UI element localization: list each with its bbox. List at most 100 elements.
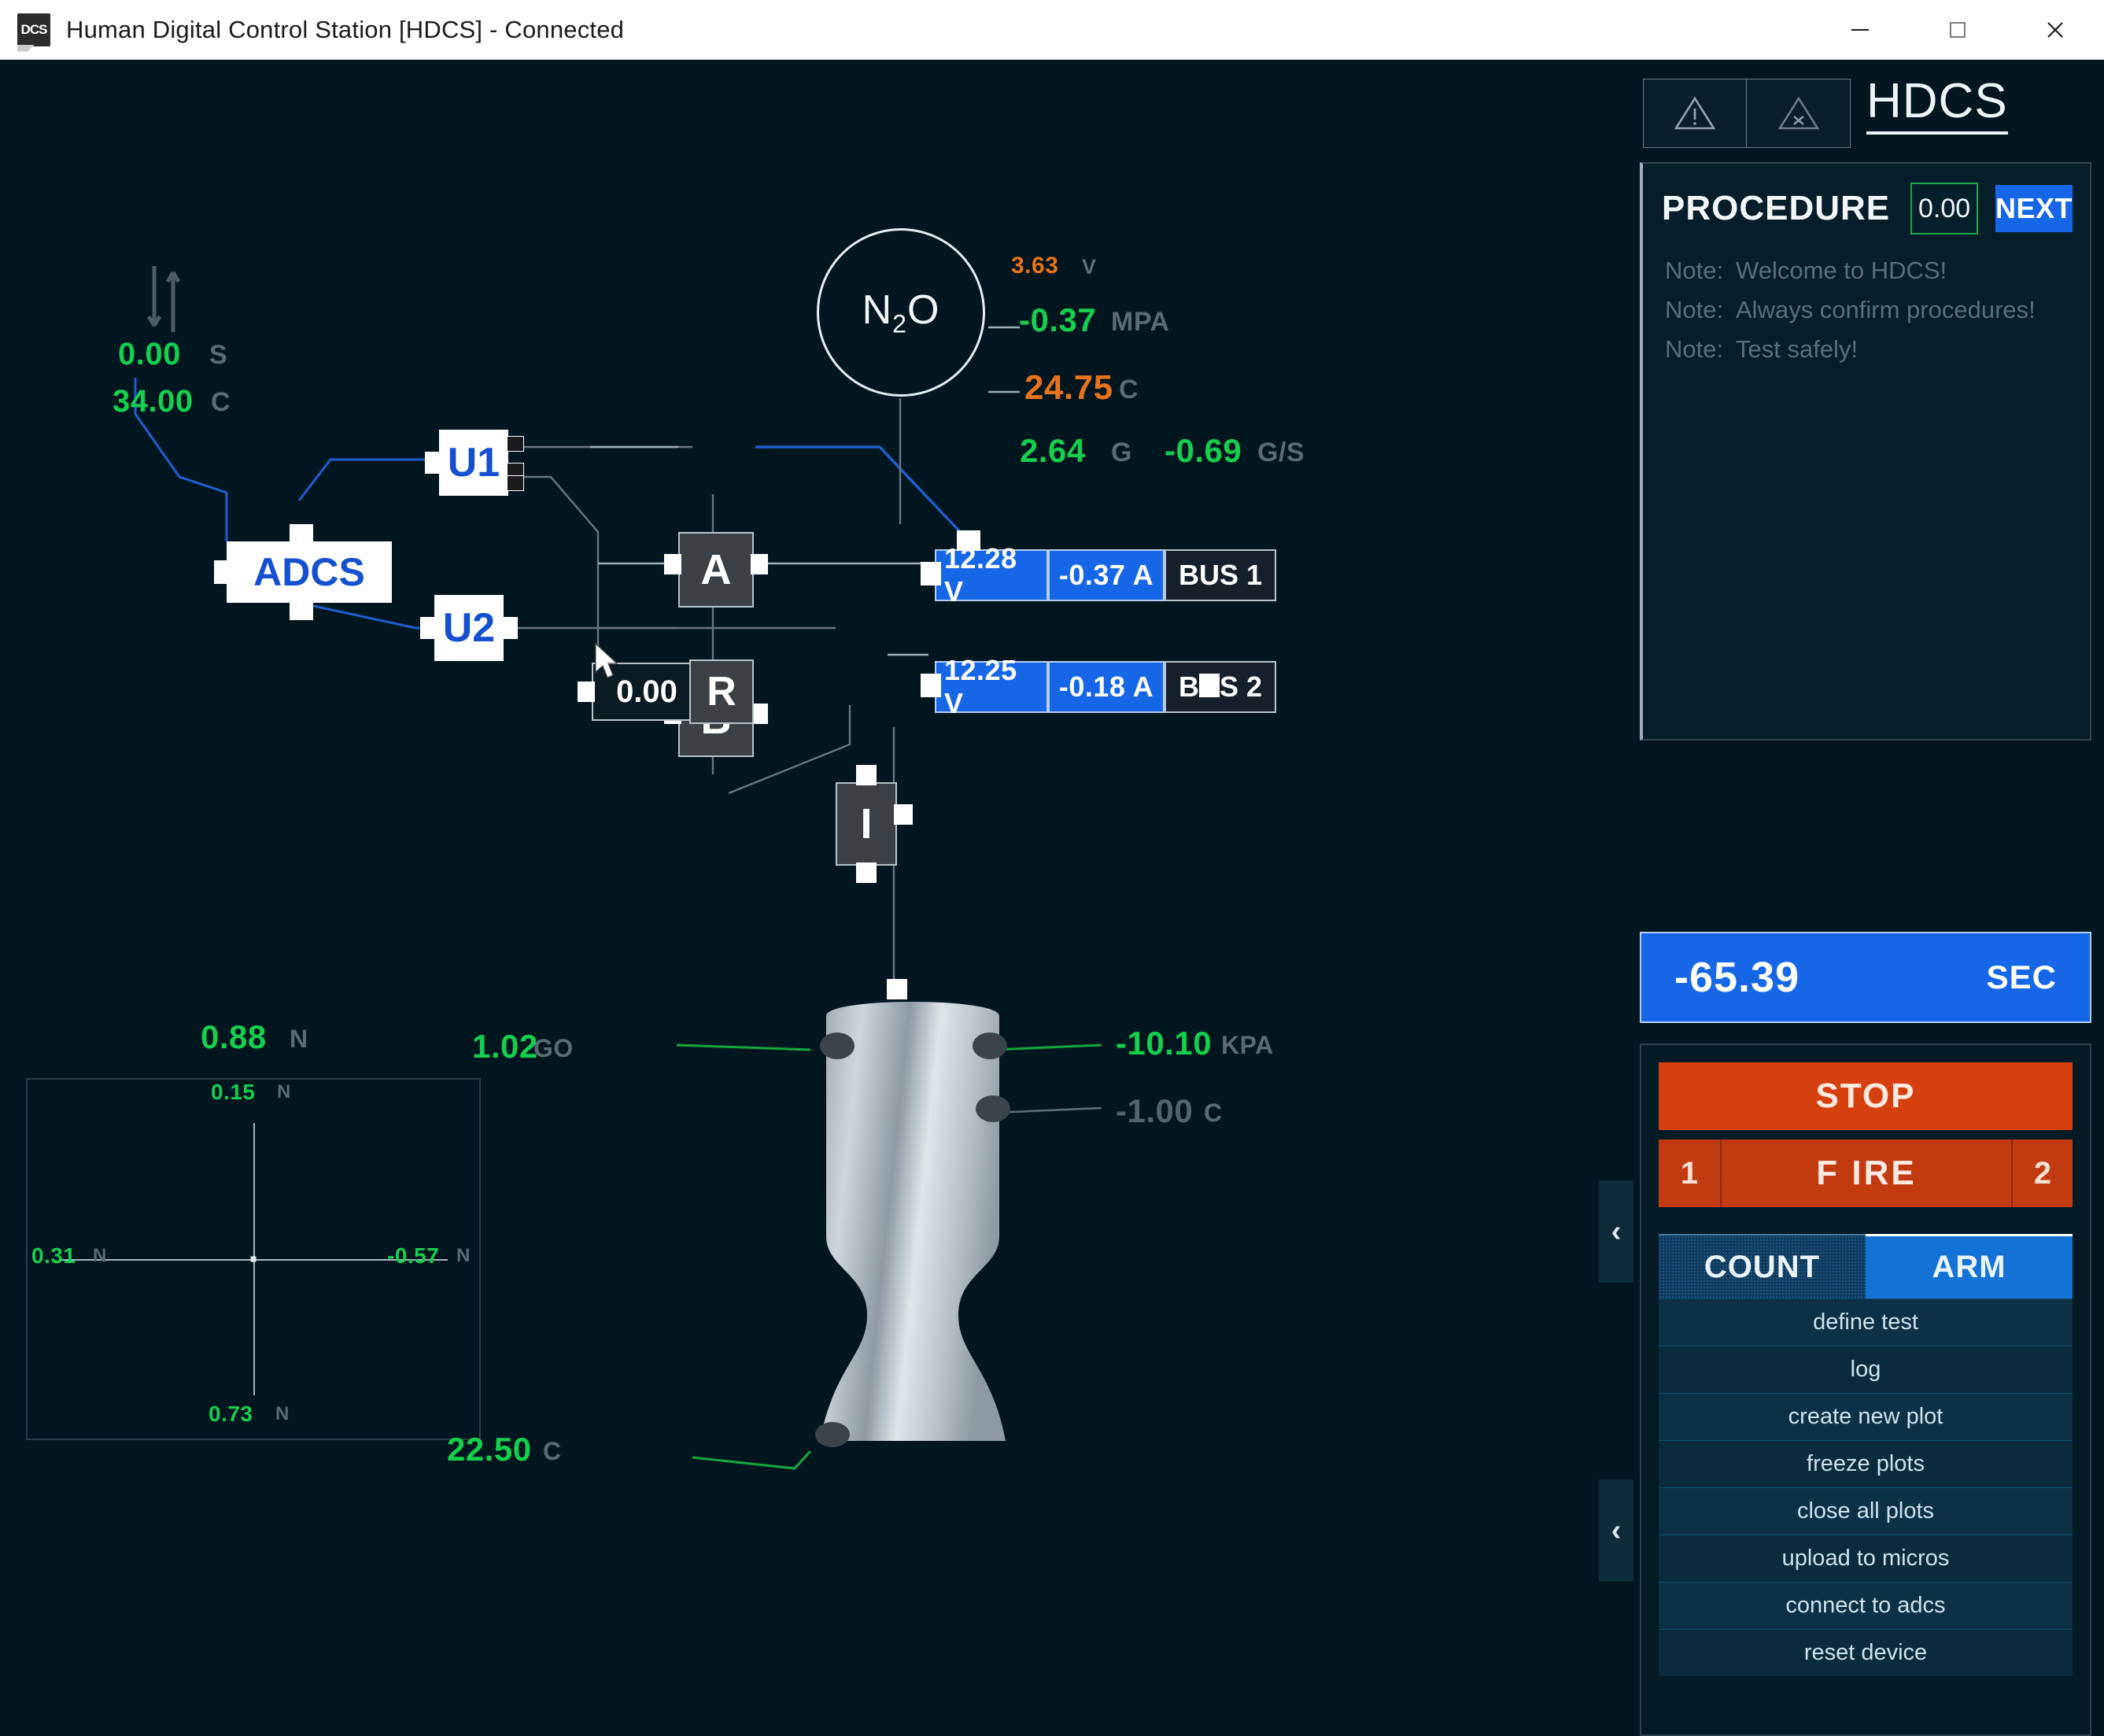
app-icon-label: DCS [20, 21, 48, 37]
right-sidebar: HDCS PROCEDURE 0.00 NEXT Note: Welcome t… [1633, 60, 2104, 1736]
engine-go-unit: GO [533, 1034, 574, 1062]
u2-pin-left[interactable] [420, 617, 436, 639]
menu-item-label: create new plot [1788, 1404, 1943, 1429]
tab-arm-label: ARM [1932, 1250, 2006, 1284]
u2-pin-right[interactable] [502, 617, 518, 639]
u1-pin-right-top[interactable] [507, 436, 524, 452]
control-panel: STOP 1 F IRE 2 COUNT ARM define test log… [1640, 1043, 2091, 1736]
fire-button[interactable]: F IRE [1720, 1139, 2011, 1207]
minimize-button[interactable] [1811, 0, 1909, 60]
node-i[interactable]: I [836, 782, 897, 866]
procedure-step-value: 0.00 [1918, 193, 1971, 223]
abort-button[interactable] [1747, 79, 1851, 148]
bus1-pin-top[interactable] [957, 530, 980, 551]
tab-count-label: COUNT [1704, 1249, 1821, 1284]
adcs-pin-bottom[interactable] [290, 601, 313, 620]
engine-pressure-unit: KPA [1221, 1031, 1274, 1059]
procedure-next-label: NEXT [1995, 192, 2073, 224]
bus-row[interactable]: 12.28 V -0.37 A BUS 1 [935, 542, 1276, 608]
node-u1-label: U1 [447, 440, 500, 486]
bus1-voltage: 12.28 V [935, 542, 1048, 608]
maximize-icon [1950, 21, 1966, 38]
stop-label: STOP [1815, 1077, 1916, 1115]
menu-item-freeze-plots[interactable]: freeze plots [1659, 1440, 2073, 1487]
node-u2[interactable]: U2 [434, 595, 504, 661]
node-r[interactable]: R [689, 659, 754, 724]
node-u1[interactable]: U1 [439, 430, 508, 496]
flow-rate-unit: S [209, 340, 228, 370]
r-pin-left[interactable] [578, 681, 595, 702]
menu-item-label: define test [1813, 1309, 1918, 1335]
node-adcs[interactable]: ADCS [227, 541, 392, 603]
i-pin-bottom[interactable] [856, 862, 877, 883]
a-pin-left[interactable] [664, 554, 681, 574]
timer-unit: SEC [1986, 958, 2057, 995]
node-u2-label: U2 [442, 605, 496, 651]
i-pin-top[interactable] [856, 765, 877, 785]
tank-massflow-unit: G/S [1257, 438, 1305, 467]
sidebar-header: HDCS [1633, 76, 2104, 157]
menu-item-create-new-plot[interactable]: create new plot [1659, 1393, 2073, 1440]
menu-item-log[interactable]: log [1659, 1346, 2073, 1393]
procedure-step-input[interactable]: 0.00 [1910, 183, 1978, 235]
i-pin-right[interactable] [894, 804, 913, 825]
menu-item-define-test[interactable]: define test [1659, 1298, 2073, 1346]
loadcell-top-value: 0.15 [211, 1080, 256, 1104]
bus1-pin-left[interactable] [921, 562, 941, 585]
chevron-left-icon: ‹ [1611, 1214, 1622, 1248]
warning-triangle-icon [1674, 96, 1716, 130]
u1-pin-left[interactable] [425, 452, 441, 474]
tab-count[interactable]: COUNT [1659, 1234, 1866, 1298]
menu-item-label: connect to adcs [1785, 1593, 1946, 1618]
tab-arm[interactable]: ARM [1866, 1234, 2073, 1298]
close-button[interactable] [2006, 0, 2104, 60]
note-text: Welcome to HDCS! [1736, 257, 1947, 284]
menu-item-connect-to-adcs[interactable]: connect to adcs [1659, 1582, 2073, 1629]
menu-item-label: freeze plots [1807, 1451, 1925, 1476]
menu-item-close-all-plots[interactable]: close all plots [1659, 1487, 2073, 1535]
procedure-notes: Note: Welcome to HDCS! Note: Always conf… [1643, 235, 2090, 364]
action-menu: define test log create new plot freeze p… [1659, 1298, 2073, 1676]
menu-item-label: reset device [1803, 1640, 1928, 1665]
flow-temp-value: 34.00 [113, 384, 194, 419]
fire-channel-2-label: 2 [2033, 1155, 2052, 1191]
note-key: Note: [1665, 335, 1724, 363]
node-a-label: A [700, 546, 732, 593]
menu-item-upload-to-micros[interactable]: upload to micros [1659, 1535, 2073, 1582]
tank-pressure-value: -0.37 [1019, 301, 1097, 338]
u1-pin-right-bottom[interactable] [507, 475, 524, 491]
maximize-button[interactable] [1909, 0, 2006, 60]
app-icon: DCS [17, 13, 50, 46]
countdown-timer[interactable]: -65.39 SEC [1640, 932, 2091, 1023]
procedure-next-button[interactable]: NEXT [1995, 185, 2073, 232]
collapse-panel-bottom-button[interactable]: ‹ [1599, 1479, 1633, 1582]
stop-button[interactable]: STOP [1659, 1062, 2073, 1130]
caution-button[interactable] [1643, 79, 1747, 148]
bus2-pin-left[interactable] [921, 674, 941, 697]
bus2-name: BUS 2 [1165, 661, 1276, 713]
engine-pin-top[interactable] [887, 979, 907, 999]
n2o-tank-node[interactable]: N2O [817, 228, 985, 397]
bus2-voltage: 12.25 V [935, 654, 1048, 719]
close-icon [2047, 21, 2063, 38]
fire-channel-2-button[interactable]: 2 [2011, 1139, 2073, 1207]
flow-rate-value: 0.00 [118, 337, 181, 371]
bus2-pin-right[interactable] [1199, 674, 1220, 697]
loadcell-top-unit: N [277, 1081, 291, 1103]
engine-temp-bottom-unit: C [543, 1437, 562, 1465]
r-value: 0.00 [616, 674, 677, 709]
schematic-canvas[interactable]: 0.00 S 34.00 C N2O 3.63 V -0.37 MPA 24.7… [0, 60, 1633, 1736]
bus1-current: -0.37 A [1048, 549, 1165, 601]
a-pin-right[interactable] [751, 554, 768, 574]
bus-row[interactable]: 12.25 V -0.18 A BUS 2 [935, 654, 1276, 719]
engine-temp-bottom-value: 22.50 [447, 1431, 532, 1468]
adcs-pin-left[interactable] [214, 560, 228, 584]
fire-channel-1-button[interactable]: 1 [1659, 1139, 1720, 1207]
engine-nozzle[interactable] [795, 984, 1031, 1472]
menu-item-reset-device[interactable]: reset device [1659, 1629, 2073, 1676]
node-a[interactable]: A [678, 532, 754, 608]
adcs-pin-top[interactable] [290, 524, 313, 543]
tank-massflow-value: -0.69 [1165, 432, 1242, 469]
collapse-panel-top-button[interactable]: ‹ [1599, 1180, 1633, 1283]
procedure-header: PROCEDURE 0.00 NEXT [1643, 164, 2090, 235]
